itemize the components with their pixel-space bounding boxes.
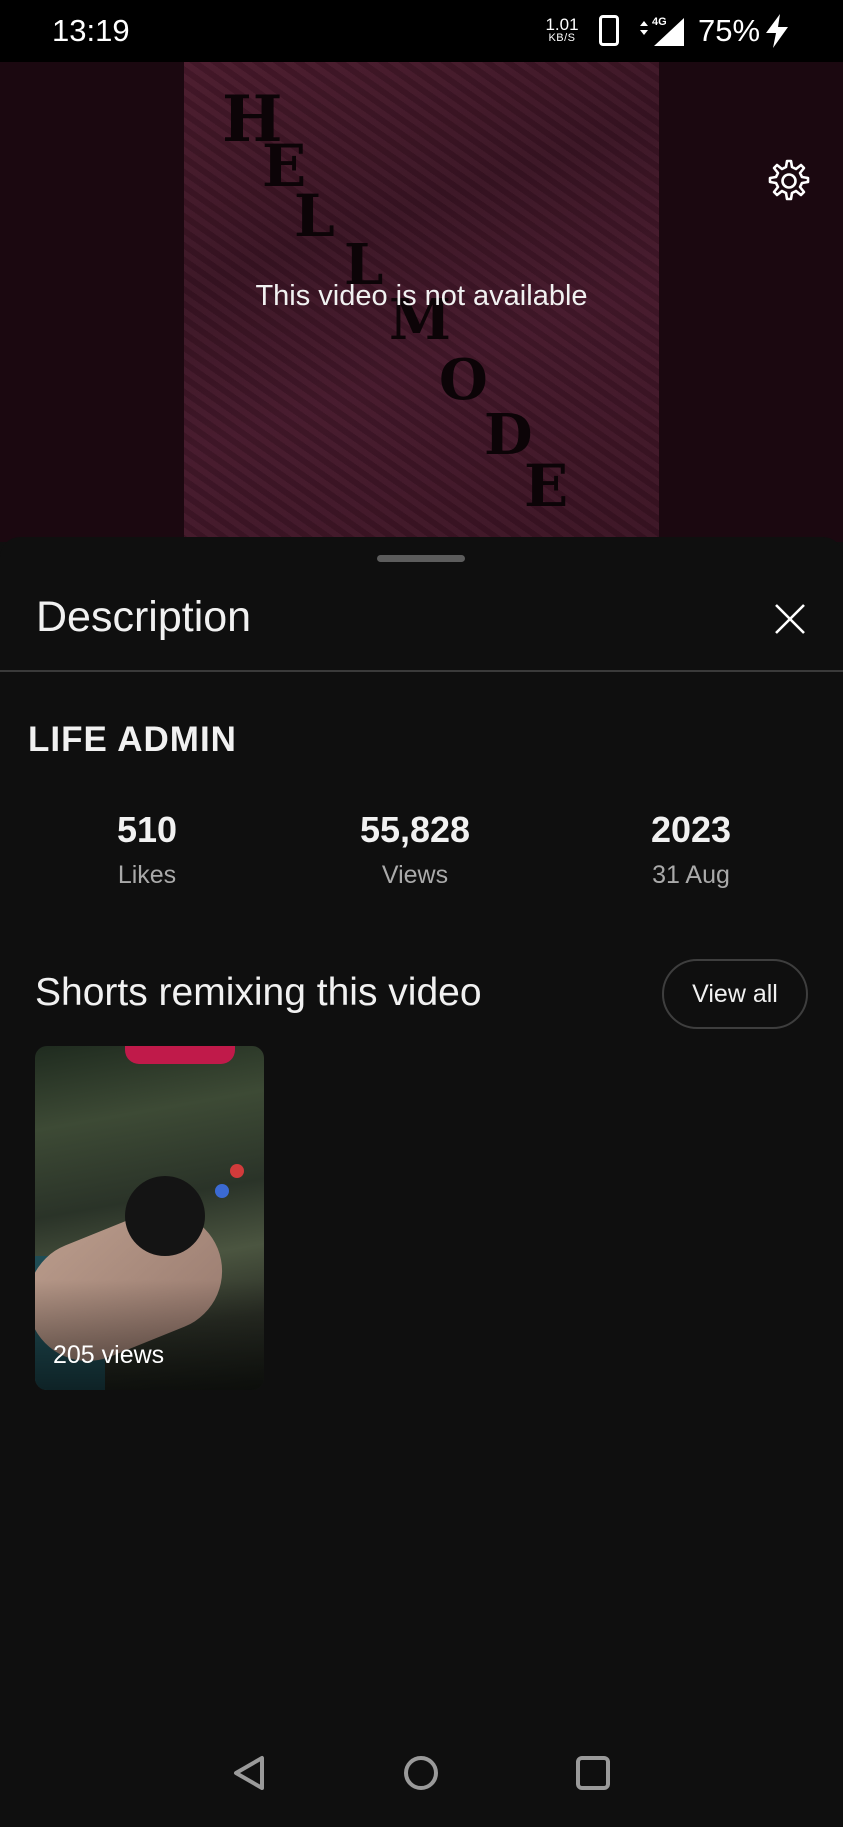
back-icon[interactable] [228,1750,274,1796]
recents-icon[interactable] [570,1750,616,1796]
short-view-count: 205 views [53,1341,165,1369]
views-value: 55,828 [359,809,471,850]
shorts-section-title: Shorts remixing this video [35,971,482,1014]
phone-icon [599,15,619,46]
stat-date: 2023 31 Aug [571,809,811,890]
gear-icon[interactable] [766,158,812,204]
likes-label: Likes [117,861,177,889]
likes-value: 510 [116,809,178,850]
home-icon[interactable] [398,1750,444,1796]
views-label: Views [381,861,449,889]
channel-name[interactable]: LIFE ADMIN [28,720,237,760]
close-icon[interactable] [770,599,810,639]
network-speed-value: 1.01 [545,15,579,34]
sheet-title: Description [36,593,252,641]
drag-handle[interactable] [377,555,465,562]
status-time: 13:19 [52,13,130,48]
status-bar: 13:19 1.01 KB/S 4G 75% [0,0,843,62]
network-speed: 1.01 KB/S [545,16,579,44]
divider [0,670,843,672]
description-sheet: Description LIFE ADMIN 510 Likes 55,828 … [0,537,843,1827]
charging-icon [766,14,788,48]
stat-likes: 510 Likes [27,809,267,890]
view-all-button[interactable]: View all [662,959,808,1029]
navigation-bar [0,1725,843,1827]
signal-icon: 4G [640,16,684,46]
short-thumbnail[interactable]: 205 views [35,1046,264,1390]
date-label: 31 Aug [652,861,730,889]
battery-level: 75% [698,13,761,48]
year-value: 2023 [650,809,732,850]
network-type-label: 4G [652,16,667,28]
stat-views: 55,828 Views [295,809,535,890]
video-unavailable-message: This video is not available [255,280,588,312]
network-speed-unit: KB/S [548,32,576,44]
video-player[interactable]: H E L L M O D E This video is not availa… [0,62,843,542]
